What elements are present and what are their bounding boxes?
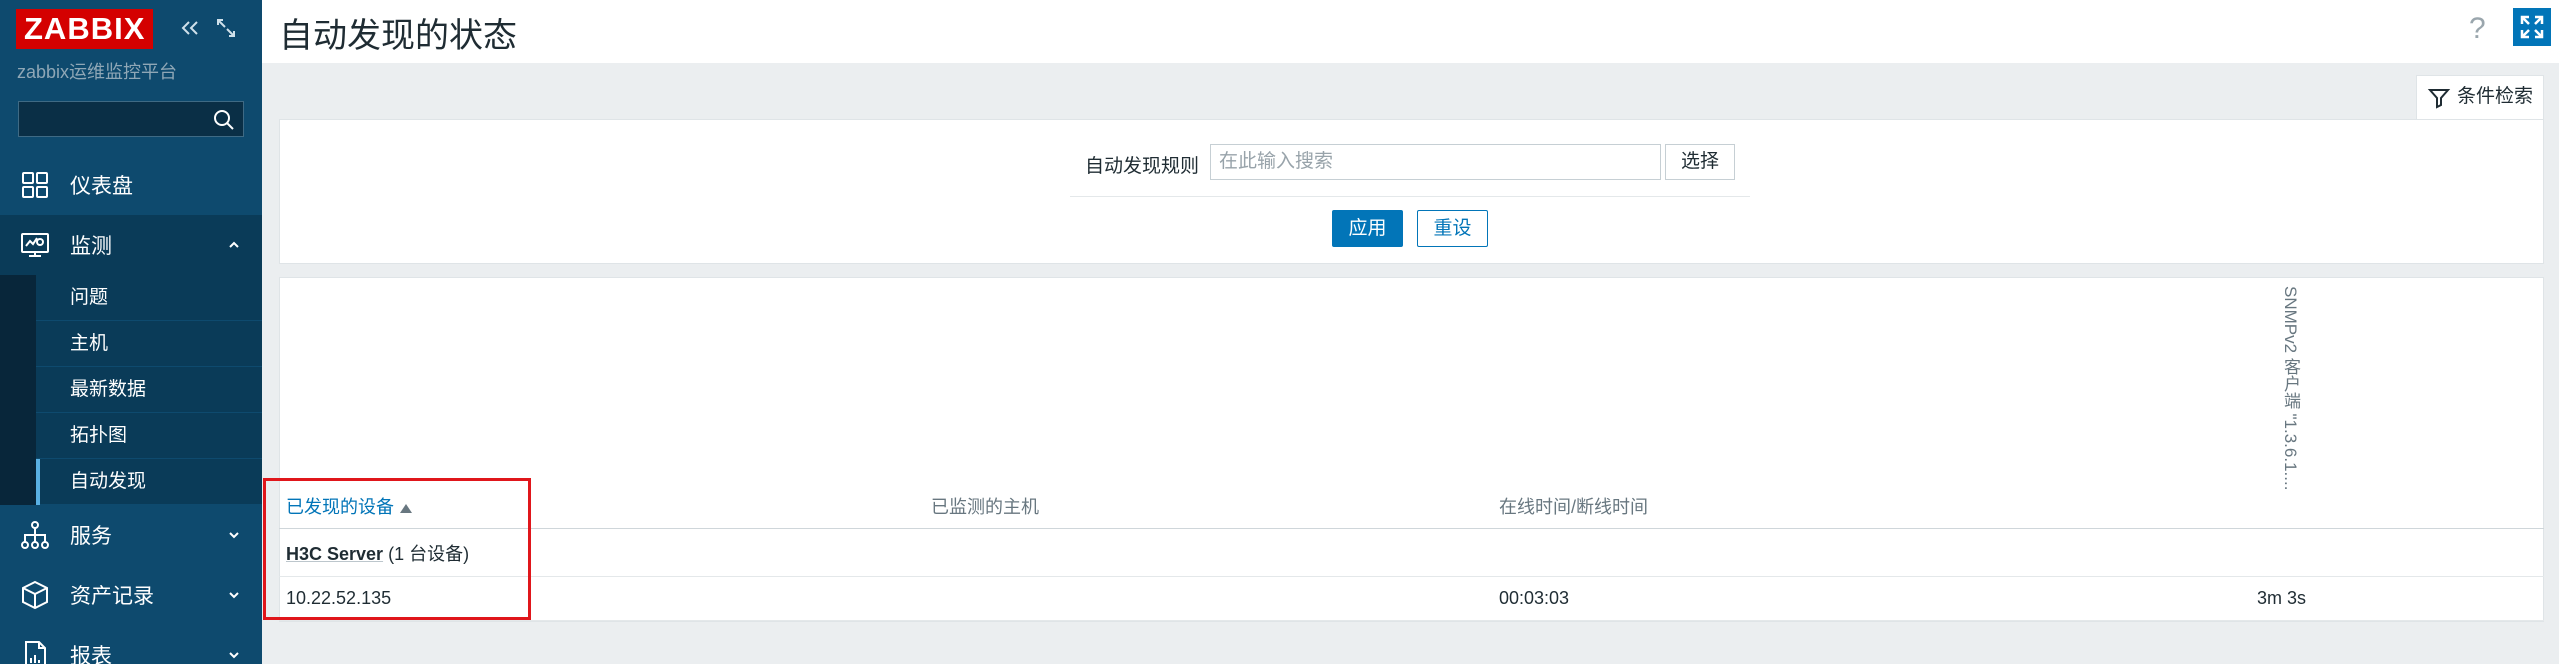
filter-tab-label: 条件检索: [2457, 86, 2534, 107]
collapse-sidebar-icon[interactable]: [178, 16, 202, 40]
dashboard-icon: [18, 168, 52, 202]
search-icon[interactable]: [212, 108, 236, 132]
device-group-name[interactable]: H3C Server: [286, 544, 383, 564]
row-divider: [279, 576, 2544, 577]
kiosk-mode-icon[interactable]: [214, 16, 238, 40]
page-title: 自动发现的状态: [279, 17, 517, 55]
services-icon: [18, 518, 52, 552]
filter-divider: [1070, 196, 1750, 197]
monitoring-submenu: 问题 主机 最新数据 拓扑图 自动发现: [0, 275, 262, 505]
discovery-rule-input[interactable]: [1210, 144, 1661, 180]
reset-button[interactable]: 重设: [1417, 210, 1488, 247]
sidebar-search-input[interactable]: [18, 101, 244, 137]
monitoring-icon: [18, 228, 52, 262]
reports-icon: [18, 638, 52, 664]
help-icon[interactable]: ?: [2469, 12, 2486, 46]
chevron-down-icon: [229, 532, 239, 539]
submenu-item-hosts[interactable]: 主机: [36, 321, 262, 367]
uptime-value: 00:03:03: [1499, 588, 1570, 608]
sidebar-item-monitoring[interactable]: 监测: [0, 215, 262, 275]
column-header-discovered-device[interactable]: 已发现的设备: [286, 493, 412, 519]
fullscreen-icon: [2520, 15, 2544, 39]
submenu-item-discovery[interactable]: 自动发现: [36, 459, 262, 505]
apply-button[interactable]: 应用: [1332, 210, 1403, 247]
filter-panel: [279, 119, 2544, 264]
submenu-item-maps[interactable]: 拓扑图: [36, 413, 262, 459]
sidebar-item-inventory[interactable]: 资产记录: [0, 565, 262, 625]
group-row: H3C Server (1 台设备): [286, 540, 469, 566]
chevron-down-icon: [229, 592, 239, 599]
row-divider: [279, 620, 2544, 621]
discovery-rule-label: 自动发现规则: [1085, 156, 1200, 177]
discovery-table: [279, 277, 2544, 622]
submenu-item-latest-data[interactable]: 最新数据: [36, 367, 262, 413]
snmp-check-uptime: 3m 3s: [2257, 588, 2307, 608]
sidebar-item-label: 仪表盘: [70, 175, 133, 198]
column-header-label: 已发现的设备: [286, 497, 394, 517]
sidebar-item-dashboard[interactable]: 仪表盘: [0, 155, 262, 215]
device-group-count: (1 台设备): [388, 544, 470, 564]
select-button[interactable]: 选择: [1665, 144, 1735, 180]
instance-subtitle: zabbix运维监控平台: [17, 62, 178, 82]
sidebar-item-label: 服务: [70, 525, 112, 548]
discovered-device-ip: 10.22.52.135: [286, 588, 392, 608]
filter-icon: [2427, 89, 2451, 109]
sidebar-item-services[interactable]: 服务: [0, 505, 262, 565]
sort-ascending-icon: [400, 503, 412, 513]
inventory-icon: [18, 578, 52, 612]
submenu-item-problems[interactable]: 问题: [36, 275, 262, 321]
column-header-snmp-check: SNMPv2 客户端 "1.3.6.1....: [2281, 286, 2300, 491]
chevron-down-icon: [229, 652, 239, 659]
header-bar: [262, 0, 2559, 63]
column-header-monitored-host: 已监测的主机: [931, 497, 1039, 517]
sidebar: ZABBIX zabbix运维监控平台 仪表盘 监测 问题 主机 最新数据 拓扑…: [0, 0, 262, 664]
column-header-uptime-downtime: 在线时间/断线时间: [1499, 497, 1649, 517]
sidebar-item-reports[interactable]: 报表: [0, 625, 262, 664]
chevron-up-icon: [229, 241, 239, 248]
sidebar-item-label: 资产记录: [70, 585, 154, 608]
fullscreen-button[interactable]: [2513, 8, 2551, 46]
zabbix-logo[interactable]: ZABBIX: [16, 9, 154, 49]
filter-tab[interactable]: 条件检索: [2416, 75, 2544, 119]
sidebar-item-label: 监测: [70, 235, 112, 258]
header-divider: [279, 528, 2544, 529]
sidebar-item-label: 报表: [70, 645, 112, 664]
